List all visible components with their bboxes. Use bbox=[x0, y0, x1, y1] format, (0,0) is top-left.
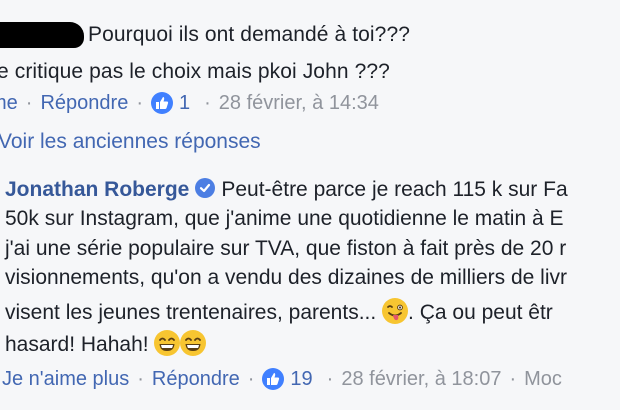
separator-dot: · bbox=[326, 367, 334, 390]
comment-text-line-with-emoji: hasard! Hahah! bbox=[5, 330, 207, 357]
winking-tongue-emoji bbox=[382, 298, 409, 324]
thumbs-up-icon[interactable] bbox=[150, 92, 173, 114]
modified-label[interactable]: Moc bbox=[524, 368, 562, 391]
comment-text-segment: visent les jeunes trentenaires, parents.… bbox=[5, 301, 377, 324]
verified-badge-icon bbox=[195, 178, 216, 198]
separator-dot: · bbox=[204, 91, 211, 114]
comment-text-line: Pourquoi ils ont demandé à toi??? bbox=[88, 23, 411, 46]
comment-text-line: Peut-être parce je reach 115 k sur Fa bbox=[221, 178, 568, 201]
comment-timestamp[interactable]: 28 février, à 14:34 bbox=[219, 92, 379, 115]
view-older-replies-link[interactable]: Voir les anciennes réponses bbox=[0, 130, 261, 154]
grinning-emoji bbox=[154, 330, 181, 356]
like-count[interactable]: 19 bbox=[290, 368, 312, 391]
separator-dot: · bbox=[25, 91, 33, 114]
grinning-emoji bbox=[180, 330, 207, 356]
comment-text-line: 50k sur Instagram, que j'anime une quoti… bbox=[5, 207, 564, 230]
separator-dot: · bbox=[137, 367, 144, 390]
separator-dot: · bbox=[247, 367, 255, 390]
like-count[interactable]: 1 bbox=[179, 92, 190, 115]
redacted-name-bar bbox=[0, 22, 84, 48]
comment-text-line-with-emoji: visent les jeunes trentenaires, parents.… bbox=[5, 298, 553, 325]
comment-actions: Je n'aime plus · Répondre · 19 · 28 févr… bbox=[2, 366, 562, 392]
comment-text-line: visionnements, qu'on a vendu des dizaine… bbox=[5, 266, 567, 289]
comment-author[interactable]: Jonathan Roberge bbox=[5, 178, 189, 201]
comment-text-segment: . Ça ou peut êtr bbox=[408, 301, 553, 324]
comment-first-line: Jonathan Roberge Peut-être parce je reach… bbox=[5, 178, 568, 202]
like-link[interactable]: me bbox=[0, 92, 18, 115]
thumbs-up-icon[interactable] bbox=[262, 368, 285, 390]
comment-actions: me · Répondre · 1 · 28 février, à 14:34 bbox=[0, 90, 379, 116]
unlike-link[interactable]: Je n'aime plus bbox=[2, 368, 129, 391]
separator-dot: · bbox=[509, 367, 517, 390]
reply-link[interactable]: Répondre bbox=[40, 92, 128, 115]
separator-dot: · bbox=[136, 91, 143, 114]
reply-link[interactable]: Répondre bbox=[152, 368, 240, 391]
comment-text-segment: hasard! Hahah! bbox=[5, 333, 149, 356]
comment-timestamp[interactable]: 28 février, à 18:07 bbox=[341, 368, 501, 391]
comment-text-line: j'ai une série populaire sur TVA, que fi… bbox=[5, 237, 567, 260]
comment-text-line: e critique pas le choix mais pkoi John ?… bbox=[0, 60, 390, 83]
